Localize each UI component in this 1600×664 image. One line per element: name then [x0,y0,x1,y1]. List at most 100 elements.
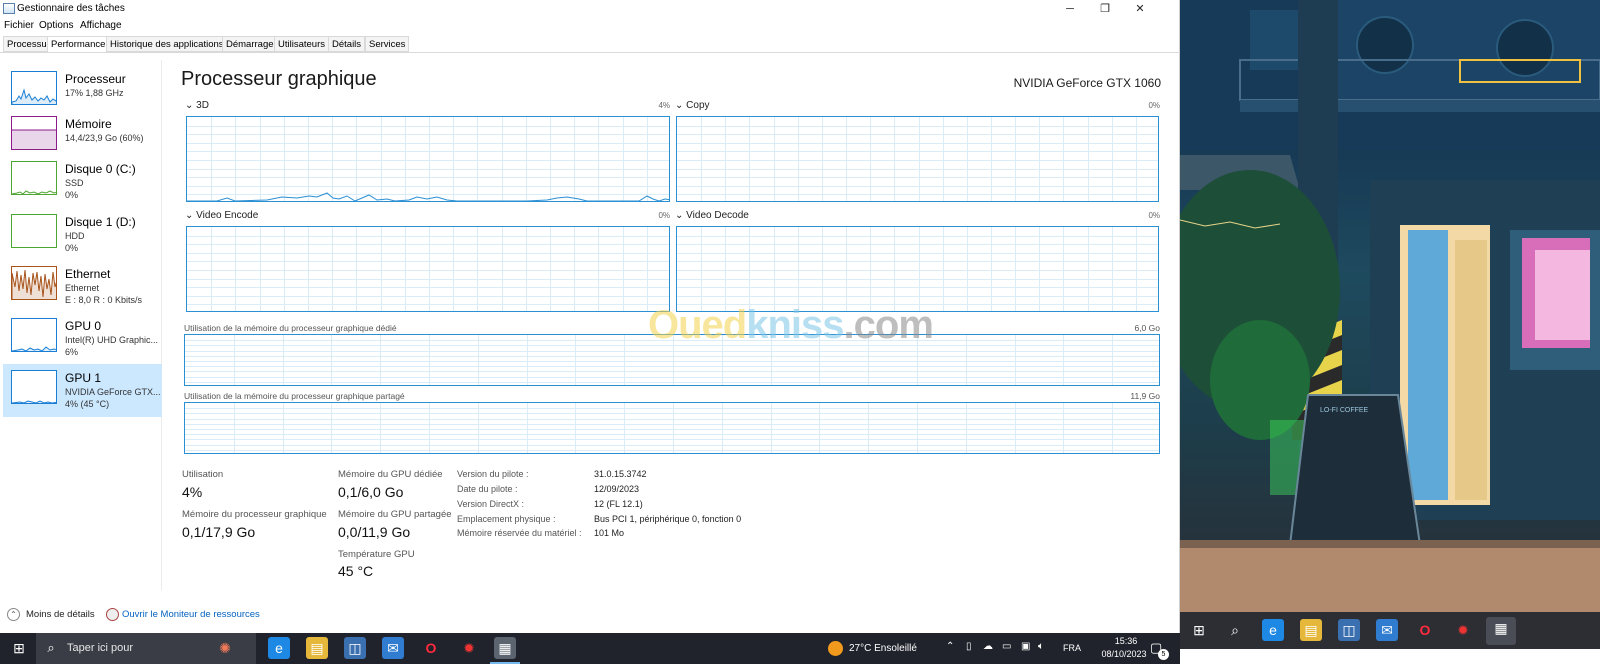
dedicated-memory-graph-max: 6,0 Go [1134,323,1160,333]
dedicated-memory-graph-label: Utilisation de la mémoire du processeur … [184,323,397,333]
menu-options[interactable]: Options [39,20,73,31]
search-icon: ⌕ [47,640,55,655]
tab-details[interactable]: Détails [328,36,366,52]
stat-shared-value: 0,0/11,9 Go [338,524,411,540]
page-title: Processeur graphique [181,68,377,90]
file-explorer-icon[interactable]: ▤ [306,637,328,659]
tab-performance[interactable]: Performance [47,36,110,53]
stat-utilisation-label: Utilisation [182,469,224,480]
stat-gpu-memory-value: 0,1/17,9 Go [182,524,256,540]
graph-copy-label[interactable]: ⌄ Copy [675,100,710,111]
graph-3d-label-text: 3D [196,100,209,111]
wallpaper-sign-text: LO-FI COFFEE [1320,407,1369,414]
language-indicator[interactable]: FRA [1063,643,1081,653]
opera-icon[interactable]: O [420,637,442,659]
detail-driver-version-value: 31.0.15.3742 [594,469,647,479]
sidebar-sub-gpu-1-model: NVIDIA GeForce GTX... [65,387,161,397]
stat-shared-label: Mémoire du GPU partagée [338,509,452,520]
clock-date[interactable]: 08/10/2023 [1094,649,1154,659]
app-red-icon-2[interactable]: ✹ [1452,619,1474,641]
watermark-part-1: Oued [648,303,747,347]
chevron-up-icon[interactable]: ⌃ [7,608,20,621]
sidebar-sub-disque-0-pct: 0% [65,190,79,200]
shared-memory-grid [185,403,1159,453]
sidebar-item-ethernet[interactable]: Ethernet Ethernet E : 8,0 R : 0 Kbits/s [3,260,162,313]
file-explorer-icon-2[interactable]: ▤ [1300,619,1322,641]
mail-icon-2[interactable]: ✉ [1376,619,1398,641]
graph-3d-label[interactable]: ⌄ 3D [185,100,209,111]
sidebar-label-disque-0: Disque 0 (C:) [65,162,136,176]
task-manager-taskbar-icon[interactable]: ▦ [494,637,516,659]
opera-icon-2[interactable]: O [1414,619,1436,641]
desktop-wallpaper: LO-FI COFFEE [1180,0,1600,612]
open-resource-monitor-link[interactable]: Ouvrir le Moniteur de ressources [122,609,260,620]
sun-icon [828,641,843,656]
graph-3d-pct: 4% [658,101,670,110]
edge-icon[interactable]: e [268,637,290,659]
sidebar-sub-gpu-0-model: Intel(R) UHD Graphic... [65,335,159,345]
gpu1-thumbnail [11,370,57,404]
graph-copy [676,116,1159,202]
taskbar-search-box[interactable]: ⌕ Taper ici pour ✺ [36,633,256,664]
windows-start-icon[interactable]: ⊞ [8,637,30,659]
tab-demarrage[interactable]: Démarrage [222,36,278,52]
sidebar-item-disque-1[interactable]: Disque 1 (D:) HDD 0% [3,208,162,261]
clock-time[interactable]: 15:36 [1102,636,1150,646]
store-icon-2[interactable]: ◫ [1338,619,1360,641]
cloud-icon[interactable]: ☁ [983,641,993,652]
search-icon-2[interactable]: ⌕ [1224,619,1246,641]
fewer-details-link[interactable]: Moins de détails [26,609,95,620]
chevron-up-tray-icon[interactable]: ⌃ [946,641,954,652]
sidebar-sub-ethernet-name: Ethernet [65,283,100,293]
store-icon[interactable]: ◫ [344,637,366,659]
graph-video-encode-label-text: Video Encode [196,210,259,221]
shared-memory-graph-label: Utilisation de la mémoire du processeur … [184,391,405,401]
sidebar-sub-disque-1-pct: 0% [65,243,79,253]
graph-video-decode-label[interactable]: ⌄ Video Decode [675,210,749,221]
tab-services[interactable]: Services [365,36,410,52]
menu-affichage[interactable]: Affichage [80,20,122,31]
edge-icon-2[interactable]: e [1262,619,1284,641]
app-red-icon[interactable]: ✹ [458,637,480,659]
task-manager-window: Gestionnaire des tâches ─ ❐ ✕ Fichier Op… [0,0,1180,633]
maximize-button[interactable]: ❐ [1087,0,1123,18]
watermark-part-2: kniss [746,303,844,347]
cpu-thumbnail [11,71,57,105]
tab-divider [0,52,1180,53]
disk0-thumbnail [11,161,57,195]
gpu0-thumbnail [11,318,57,352]
gpu-model-name: NVIDIA GeForce GTX 1060 [1013,76,1161,90]
tab-historique[interactable]: Historique des applications [106,36,228,52]
graph-video-encode-grid [187,227,669,311]
sidebar-item-disque-0[interactable]: Disque 0 (C:) SSD 0% [3,155,162,208]
disk1-thumbnail [11,214,57,248]
task-manager-taskbar-icon-2[interactable]: ▦ [1486,617,1516,645]
menu-fichier[interactable]: Fichier [4,20,34,31]
battery-icon[interactable]: ▭ [1002,641,1011,652]
graph-video-encode-label[interactable]: ⌄ Video Encode [185,210,258,221]
notification-badge: 5 [1158,649,1169,660]
sidebar-sub-disque-1-type: HDD [65,231,85,241]
sidebar-item-gpu-1[interactable]: GPU 1 NVIDIA GeForce GTX... 4% (45 °C) [3,364,162,417]
graph-video-decode-label-text: Video Decode [686,210,749,221]
network-icon[interactable]: ▣ [1021,641,1030,652]
taskbar: ⊞ ⌕ Taper ici pour ✺ e ▤ ◫ ✉ O ✹ ▦ 27°C … [0,633,1180,664]
tab-utilisateurs[interactable]: Utilisateurs [274,36,329,52]
graph-copy-pct: 0% [1148,101,1160,110]
mail-icon[interactable]: ✉ [382,637,404,659]
ethernet-thumbnail [11,266,57,300]
detail-driver-date-label: Date du pilote : [457,484,518,494]
sidebar-item-gpu-0[interactable]: GPU 0 Intel(R) UHD Graphic... 6% [3,312,162,365]
graph-3d [186,116,670,202]
device-icon[interactable]: ▯ [966,641,972,652]
sidebar-label-disque-1: Disque 1 (D:) [65,215,136,229]
footer: ⌃ Moins de détails Ouvrir le Moniteur de… [0,605,1180,625]
volume-icon[interactable]: 🔈︎ [1038,641,1044,652]
stat-temperature-value: 45 °C [338,563,374,579]
minimize-button[interactable]: ─ [1052,0,1088,18]
sidebar-sub-gpu-0-pct: 6% [65,347,79,357]
graph-video-decode-pct: 0% [1148,211,1160,220]
windows-start-icon-2[interactable]: ⊞ [1188,619,1210,641]
weather-text[interactable]: 27°C Ensoleillé [849,643,917,654]
close-button[interactable]: ✕ [1122,0,1158,18]
